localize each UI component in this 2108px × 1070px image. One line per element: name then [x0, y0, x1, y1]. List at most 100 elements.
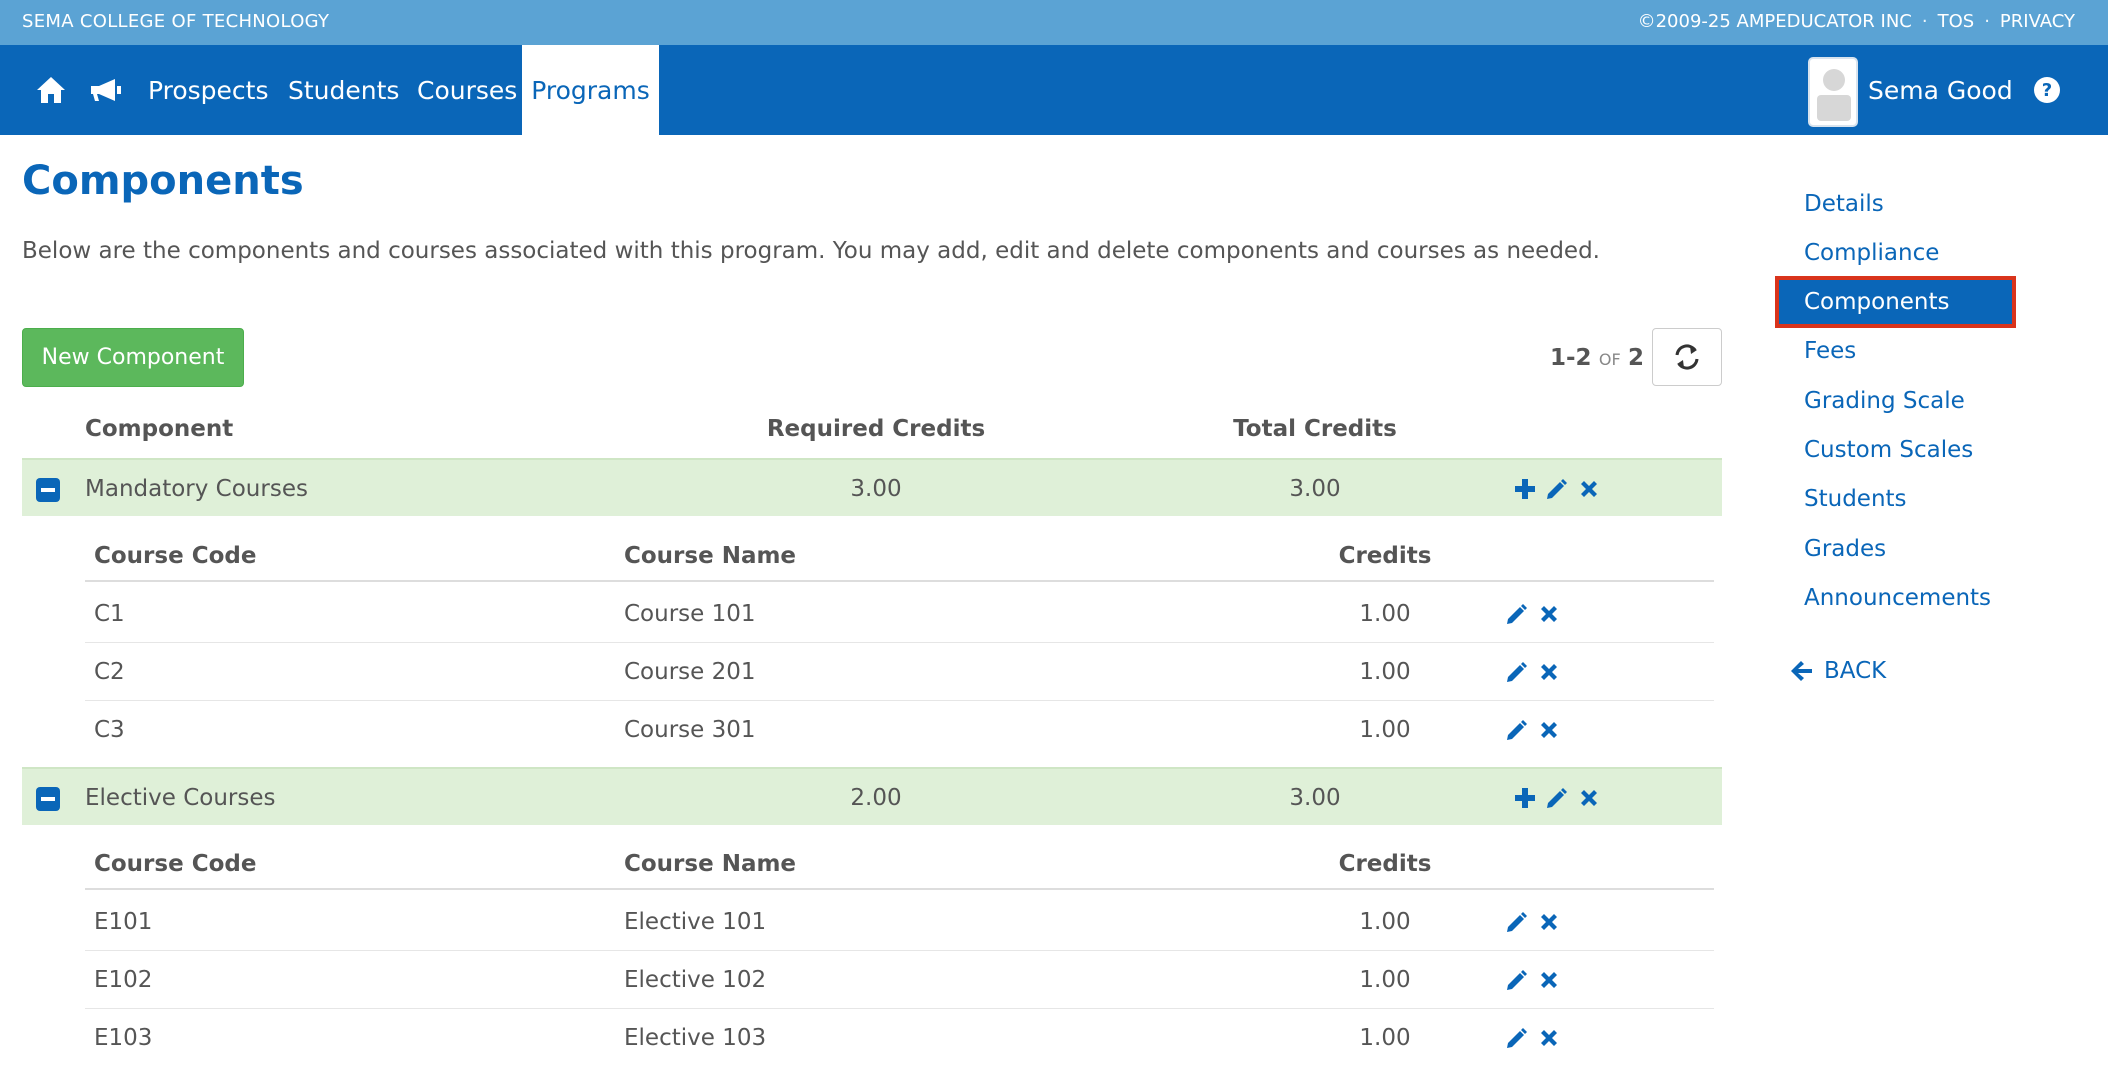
pencil-icon[interactable] [1545, 477, 1569, 501]
course-credits: 1.00 [1359, 967, 1411, 993]
course-credits: 1.00 [1359, 717, 1411, 743]
course-code: C2 [94, 659, 125, 685]
separator: · [1921, 11, 1928, 32]
collapse-toggle-icon[interactable] [36, 478, 60, 502]
nav-prospects[interactable]: Prospects [134, 45, 283, 135]
top-links: ©2009-25 AMPEDUCATOR INC · TOS · PRIVACY [1638, 11, 2075, 32]
close-icon[interactable] [1538, 661, 1560, 683]
avatar[interactable] [1808, 57, 1858, 127]
close-icon[interactable] [1538, 603, 1560, 625]
component-name: Mandatory Courses [85, 476, 308, 502]
component-total-credits: 3.00 [1289, 785, 1341, 811]
avatar-body [1817, 95, 1851, 121]
header-credits: Credits [1338, 851, 1432, 877]
help-icon[interactable]: ? [2033, 76, 2061, 104]
refresh-icon [1675, 344, 1699, 370]
pager-range: 1-2 [1550, 345, 1592, 371]
side-item-students[interactable]: Students [1778, 476, 2013, 522]
arrow-left-icon [1791, 661, 1812, 681]
row-actions [1505, 968, 1560, 992]
pencil-icon[interactable] [1505, 718, 1529, 742]
component-total-credits: 3.00 [1289, 476, 1341, 502]
nav-courses[interactable]: Courses [403, 45, 531, 135]
table-row: E102 Elective 102 1.00 [85, 951, 1714, 1009]
course-credits: 1.00 [1359, 601, 1411, 627]
separator: · [1984, 11, 1990, 32]
close-icon[interactable] [1578, 478, 1600, 500]
course-name: Course 301 [624, 717, 756, 743]
main-navbar: Prospects Students Courses Programs Sema… [0, 45, 2108, 135]
close-icon[interactable] [1578, 787, 1600, 809]
back-link[interactable]: BACK [1790, 658, 1886, 684]
course-code: C1 [94, 601, 125, 627]
row-actions [1505, 660, 1560, 684]
course-credits: 1.00 [1359, 1025, 1411, 1051]
header-course-name: Course Name [624, 851, 797, 877]
refresh-button[interactable] [1652, 328, 1722, 386]
course-name: Course 101 [624, 601, 756, 627]
close-icon[interactable] [1538, 1027, 1560, 1049]
course-name: Elective 103 [624, 1025, 767, 1051]
close-icon[interactable] [1538, 911, 1560, 933]
side-item-compliance[interactable]: Compliance [1778, 230, 2013, 276]
component-name: Elective Courses [85, 785, 276, 811]
side-item-components[interactable]: Components [1775, 276, 2016, 328]
side-item-custom-scales[interactable]: Custom Scales [1778, 427, 2013, 473]
pager-of: OF [1598, 350, 1621, 369]
pencil-icon[interactable] [1505, 910, 1529, 934]
side-item-fees[interactable]: Fees [1778, 328, 2013, 374]
page-title: Components [22, 158, 304, 204]
megaphone-icon[interactable] [88, 45, 124, 135]
page-description: Below are the components and courses ass… [22, 238, 1600, 264]
side-item-grading-scale[interactable]: Grading Scale [1778, 378, 2013, 424]
tos-link[interactable]: TOS [1938, 11, 1975, 32]
svg-text:?: ? [2042, 80, 2052, 101]
component-row: Elective Courses 2.00 3.00 [22, 767, 1722, 825]
row-actions [1505, 602, 1560, 626]
pencil-icon[interactable] [1505, 602, 1529, 626]
table-row: E101 Elective 101 1.00 [85, 893, 1714, 951]
table-row: E103 Elective 103 1.00 [85, 1009, 1714, 1067]
course-credits: 1.00 [1359, 909, 1411, 935]
new-component-button[interactable]: New Component [22, 328, 244, 387]
component-actions [1514, 477, 1600, 501]
pencil-icon[interactable] [1505, 968, 1529, 992]
back-label: BACK [1824, 658, 1887, 684]
close-icon[interactable] [1538, 719, 1560, 741]
course-code: E102 [94, 967, 153, 993]
copyright-text: ©2009-25 AMPEDUCATOR INC [1637, 11, 1912, 32]
nav-students[interactable]: Students [274, 45, 413, 135]
close-icon[interactable] [1538, 969, 1560, 991]
component-actions [1514, 786, 1600, 810]
plus-icon[interactable] [1514, 478, 1536, 500]
pager-info: 1-2 OF 2 [1550, 345, 1644, 371]
collapse-toggle-icon[interactable] [36, 787, 60, 811]
pencil-icon[interactable] [1505, 660, 1529, 684]
component-row: Mandatory Courses 3.00 3.00 [22, 458, 1722, 516]
top-strip: SEMA COLLEGE OF TECHNOLOGY ©2009-25 AMPE… [0, 0, 2108, 45]
course-name: Elective 102 [624, 967, 767, 993]
header-total-credits: Total Credits [1233, 416, 1397, 442]
pencil-icon[interactable] [1505, 1026, 1529, 1050]
course-credits: 1.00 [1359, 659, 1411, 685]
plus-icon[interactable] [1514, 787, 1536, 809]
table-row: C2 Course 201 1.00 [85, 643, 1714, 701]
side-item-announcements[interactable]: Announcements [1778, 575, 2013, 621]
header-course-code: Course Code [94, 851, 257, 877]
pager-total: 2 [1627, 345, 1644, 371]
pencil-icon[interactable] [1545, 786, 1569, 810]
course-code: E103 [94, 1025, 153, 1051]
course-table-header: Course Code Course Name Credits [85, 530, 1714, 582]
course-table-header: Course Code Course Name Credits [85, 838, 1714, 890]
row-actions [1505, 718, 1560, 742]
header-required-credits: Required Credits [766, 416, 986, 442]
home-icon[interactable] [34, 45, 68, 135]
header-course-code: Course Code [94, 543, 257, 569]
side-item-grades[interactable]: Grades [1778, 526, 2013, 572]
user-name[interactable]: Sema Good [1868, 45, 2013, 135]
side-item-details[interactable]: Details [1778, 181, 2013, 227]
course-code: E101 [94, 909, 153, 935]
privacy-link[interactable]: PRIVACY [2000, 11, 2075, 32]
header-course-name: Course Name [624, 543, 797, 569]
nav-programs[interactable]: Programs [522, 45, 659, 135]
